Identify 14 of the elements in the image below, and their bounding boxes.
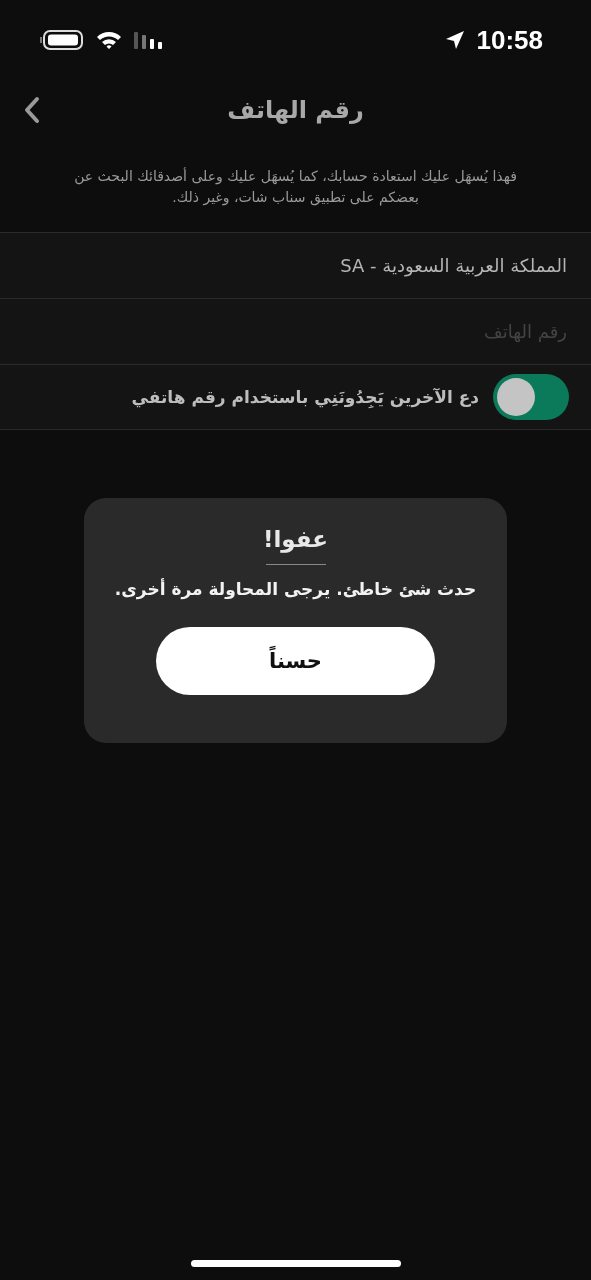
- description-text: فهذا يُسهَل عليك استعادة حسابك، كما يُسهَل عليك وعلى أصدقائك البحث عن بعضكم على تطبيق سناب شات، وغير ذلك.: [73, 166, 518, 208]
- location-arrow-icon: [444, 30, 465, 50]
- dialog-title: عفوا!: [262, 526, 329, 552]
- wifi-icon: [96, 30, 122, 50]
- status-time: 10:58: [476, 24, 543, 56]
- back-button[interactable]: [22, 94, 42, 126]
- toggle-switch[interactable]: [493, 374, 569, 420]
- signal-icon: [134, 30, 164, 50]
- ok-button[interactable]: حسناً: [156, 627, 435, 695]
- screen-title: رقم الهاتف: [227, 96, 364, 124]
- battery-icon: [40, 29, 84, 51]
- dialog-message: حدث شئ خاطئ. يرجى المحاولة مرة أخرى.: [114, 579, 477, 599]
- toggle-label: دع الآخرين يَجِدُونَنِي باستخدام رقم هاتفي: [131, 387, 479, 407]
- country-selector[interactable]: المملكة العربية السعودية - SA: [0, 232, 591, 298]
